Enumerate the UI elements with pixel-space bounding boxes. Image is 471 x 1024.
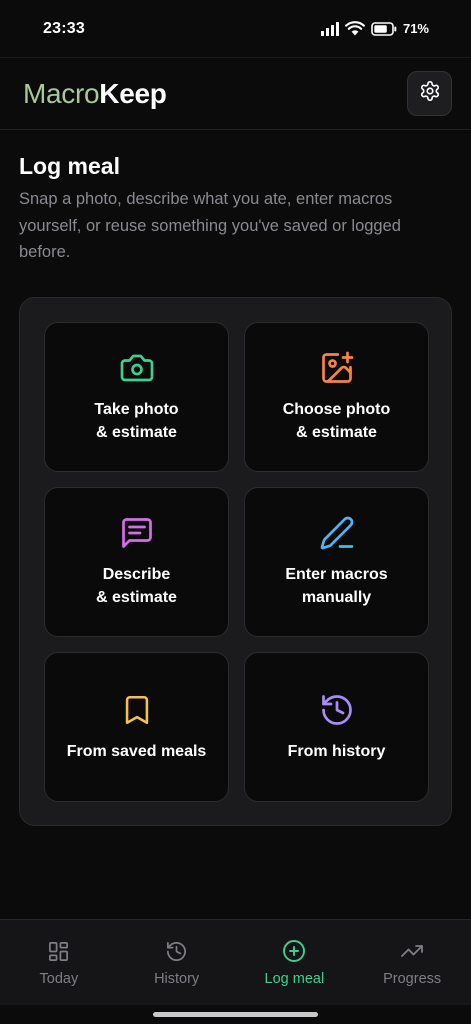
from-history-button[interactable]: From history — [244, 652, 429, 802]
message-text-icon — [119, 515, 155, 551]
log-options-panel: Take photo & estimate Choose photo & est… — [19, 297, 452, 826]
enter-macros-button[interactable]: Enter macros manually — [244, 487, 429, 637]
describe-meal-button[interactable]: Describe & estimate — [44, 487, 229, 637]
home-indicator — [153, 1012, 318, 1017]
trending-up-icon — [400, 939, 424, 963]
history-icon — [165, 939, 189, 963]
app-header: Macro Keep — [0, 58, 471, 130]
status-icons: 71% — [320, 21, 429, 36]
option-label: From saved meals — [66, 742, 207, 760]
saved-meals-button[interactable]: From saved meals — [44, 652, 229, 802]
pencil-icon — [319, 515, 355, 551]
log-options-grid: Take photo & estimate Choose photo & est… — [44, 322, 429, 802]
nav-item-history[interactable]: History — [122, 939, 232, 987]
choose-photo-button[interactable]: Choose photo & estimate — [244, 322, 429, 472]
screen: 23:33 71% Macro Keep Log meal Snap a pho… — [0, 0, 471, 1024]
logo-part-macro: Macro — [23, 77, 100, 109]
page-subtitle: Snap a photo, describe what you ate, ent… — [19, 190, 401, 261]
nav-item-progress[interactable]: Progress — [357, 939, 467, 987]
nav-label: Log meal — [264, 971, 325, 987]
signal-icon — [320, 21, 339, 36]
nav-label: Today — [39, 971, 79, 987]
app-logo: Macro Keep — [23, 78, 167, 110]
nav-label: History — [154, 971, 200, 987]
battery-percent: 71% — [402, 21, 429, 36]
grid-icon — [47, 939, 71, 963]
status-time: 23:33 — [43, 19, 85, 37]
nav-item-log-meal[interactable]: Log meal — [239, 939, 349, 987]
camera-icon — [119, 350, 155, 386]
settings-button[interactable] — [407, 71, 452, 116]
gear-icon — [419, 80, 441, 107]
history-icon — [319, 692, 355, 728]
option-label: Enter macros manually — [285, 566, 388, 606]
bottom-nav: Today History Log meal Progress — [0, 919, 471, 1005]
option-label: Take photo & estimate — [94, 401, 179, 441]
take-photo-button[interactable]: Take photo & estimate — [44, 322, 229, 472]
logo-part-keep: Keep — [99, 77, 167, 109]
nav-label: Progress — [383, 971, 442, 987]
battery-icon — [371, 21, 397, 36]
wifi-icon — [345, 21, 365, 36]
status-bar: 23:33 71% — [0, 0, 471, 58]
page-title: Log meal — [19, 153, 120, 179]
bookmark-icon — [119, 692, 155, 728]
title-block: Log meal Snap a photo, describe what you… — [19, 150, 449, 266]
image-plus-icon — [319, 350, 355, 386]
plus-circle-icon — [282, 939, 306, 963]
option-label: From history — [287, 742, 386, 760]
option-label: Choose photo & estimate — [282, 401, 391, 441]
nav-item-today[interactable]: Today — [4, 939, 114, 987]
option-label: Describe & estimate — [96, 566, 177, 606]
